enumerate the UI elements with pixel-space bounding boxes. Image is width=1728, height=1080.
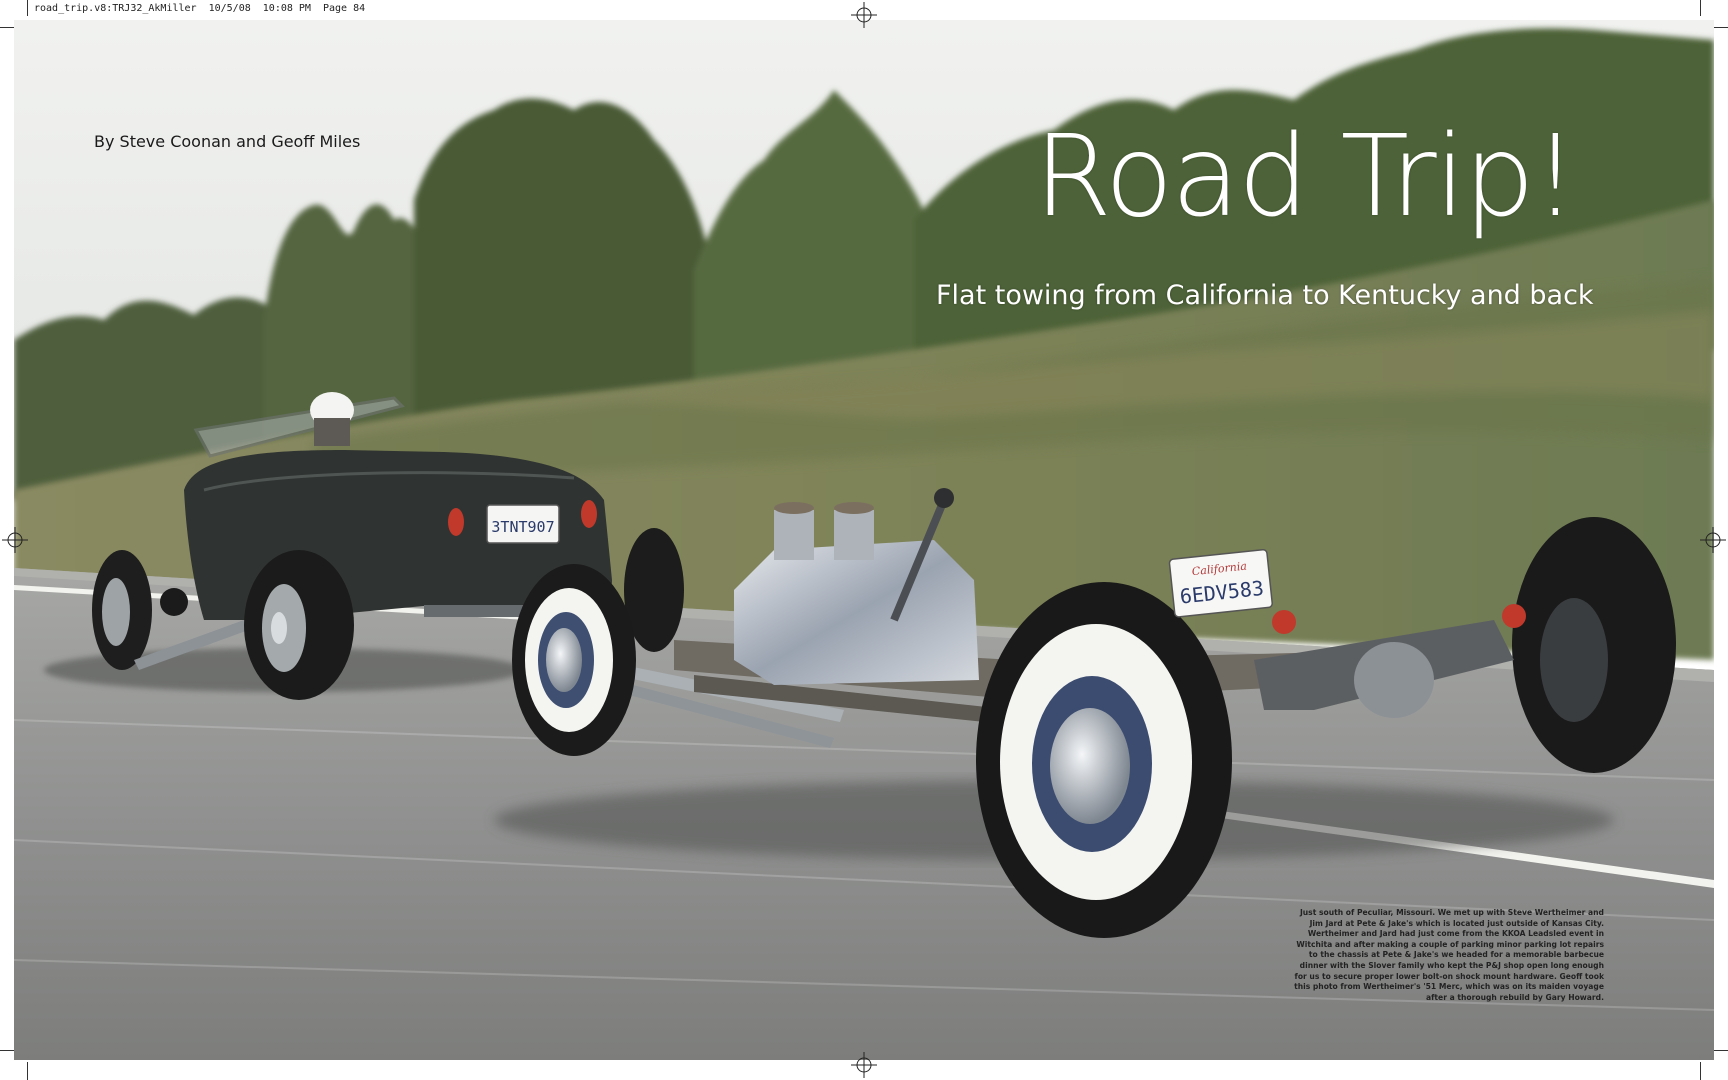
registration-mark-icon xyxy=(1700,527,1726,553)
registration-mark-icon xyxy=(851,1052,877,1078)
byline: By Steve Coonan and Geoff Miles xyxy=(94,132,361,151)
roadster-plate-text: 3TNT907 xyxy=(491,518,554,536)
registration-mark-icon xyxy=(851,2,877,28)
article-subtitle: Flat towing from California to Kentucky … xyxy=(936,280,1594,311)
photo-caption: Just south of Peculiar, Missouri. We met… xyxy=(1294,908,1604,1002)
registration-mark-icon xyxy=(2,527,28,553)
magazine-spread: 3TNT907 California 6EDV583 By Steve Coon… xyxy=(14,20,1714,1060)
article-title: Road Trip! xyxy=(1034,112,1578,242)
printer-slug: road_trip.v8:TRJ32_AkMiller 10/5/08 10:0… xyxy=(34,3,366,14)
